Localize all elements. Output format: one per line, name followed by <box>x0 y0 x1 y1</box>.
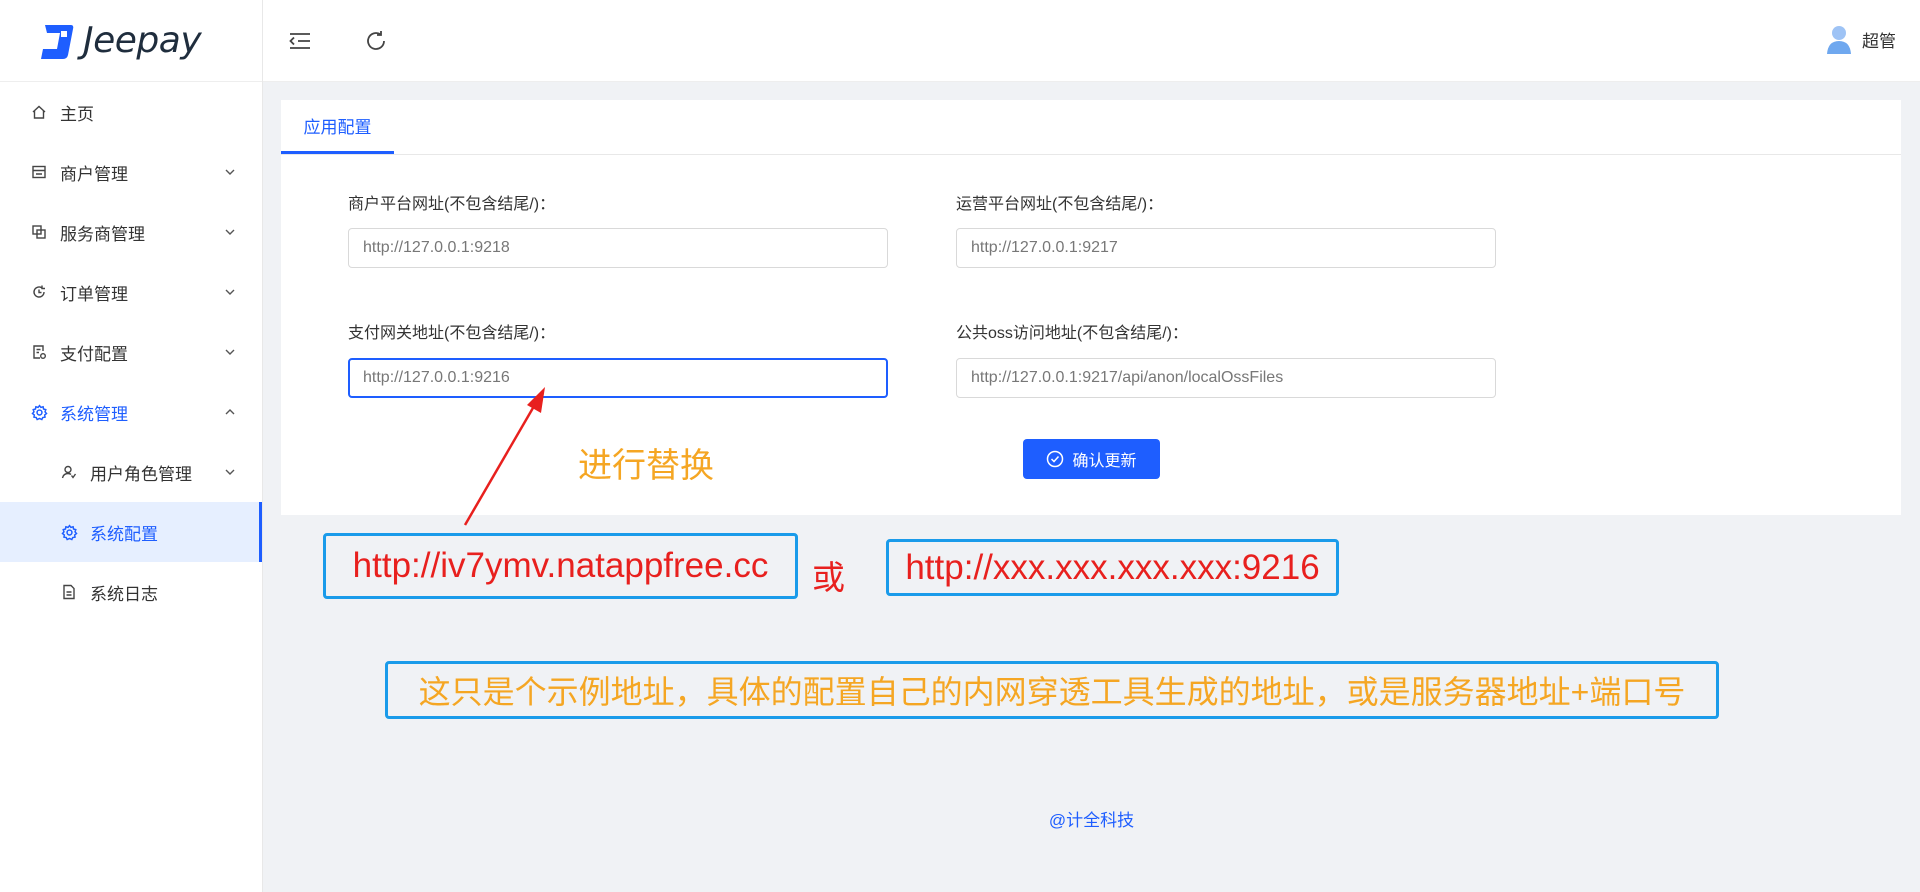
avatar <box>1827 26 1851 54</box>
sidebar-item-label: 系统管理 <box>60 404 128 424</box>
check-circle-icon <box>1047 450 1064 468</box>
example-url-box-2: http://xxx.xxx.xxx.xxx:9216 <box>886 539 1339 596</box>
merchant-url-label: 商户平台网址(不包含结尾/)： <box>348 196 556 213</box>
top-header: 超管 <box>263 0 1920 82</box>
sidebar-menu: 主页 商户管理 服务商管理 订单管理 支付配置 系统管理 用户角色管理 系统配置… <box>0 82 262 622</box>
sidebar-item-label: 系统配置 <box>90 524 158 544</box>
sidebar-item-pay-config[interactable]: 支付配置 <box>0 322 262 382</box>
sidebar-item-system-log[interactable]: 系统日志 <box>0 562 262 622</box>
chevron-down-icon <box>225 289 235 295</box>
tab-app-config[interactable]: 应用配置 <box>281 100 394 154</box>
sidebar-item-user-role[interactable]: 用户角色管理 <box>0 442 262 502</box>
jeepay-logo-icon <box>41 24 74 59</box>
sidebar: Jeepay 主页 商户管理 服务商管理 订单管理 支付配置 系统管理 用户角色… <box>0 0 263 892</box>
annotation-arrow <box>463 387 545 526</box>
menu-fold-icon[interactable] <box>287 28 313 54</box>
pay-gateway-url-label: 支付网关地址(不包含结尾/)： <box>348 325 556 342</box>
confirm-update-label: 确认更新 <box>1072 453 1137 470</box>
arrow-head-icon <box>527 387 545 413</box>
order-icon <box>30 283 48 301</box>
sidebar-item-label: 主页 <box>60 104 94 124</box>
gear-icon <box>30 403 48 421</box>
app-name: Jeepay <box>83 20 202 61</box>
mgr-url-label: 运营平台网址(不包含结尾/)： <box>956 196 1164 213</box>
log-icon <box>60 583 78 601</box>
refresh-icon[interactable] <box>363 28 389 54</box>
chevron-down-icon <box>225 469 235 475</box>
footer-copyright: @计全科技 <box>1048 811 1135 830</box>
oss-url-input[interactable] <box>956 358 1496 398</box>
example-url-box-1: http://iv7ymv.natappfree.cc <box>323 533 798 599</box>
example-url-2: http://xxx.xxx.xxx.xxx:9216 <box>905 547 1320 587</box>
store-icon <box>30 163 48 181</box>
oss-url-label: 公共oss访问地址(不包含结尾/)： <box>956 325 1189 342</box>
chevron-up-icon <box>225 409 235 415</box>
chevron-down-icon <box>225 229 235 235</box>
annotation-replace-text: 进行替换 <box>578 447 714 485</box>
user-menu[interactable]: 超管 <box>1826 24 1896 54</box>
chevron-down-icon <box>225 349 235 355</box>
sidebar-item-merchant[interactable]: 商户管理 <box>0 142 262 202</box>
merchant-url-input[interactable] <box>348 228 888 268</box>
sidebar-item-label: 用户角色管理 <box>90 464 192 484</box>
pay-config-icon <box>30 343 48 361</box>
mgr-url-input[interactable] <box>956 228 1496 268</box>
annotation-note: 这只是个示例地址，具体的配置自己的内网穿透工具生成的地址，或是服务器地址+端口号 <box>418 674 1686 710</box>
home-icon <box>30 103 48 121</box>
partner-icon <box>30 223 48 241</box>
sidebar-item-system-config[interactable]: 系统配置 <box>0 502 262 562</box>
user-role-icon <box>60 463 78 481</box>
confirm-update-button[interactable]: 确认更新 <box>1023 439 1160 479</box>
sidebar-item-label: 系统日志 <box>90 584 158 604</box>
sidebar-item-system[interactable]: 系统管理 <box>0 382 262 442</box>
annotation-or-text: 或 <box>812 559 845 596</box>
annotation-note-box: 这只是个示例地址，具体的配置自己的内网穿透工具生成的地址，或是服务器地址+端口号 <box>385 661 1719 719</box>
sidebar-item-order[interactable]: 订单管理 <box>0 262 262 322</box>
pay-gateway-url-input[interactable] <box>348 358 888 398</box>
example-url-1: http://iv7ymv.natappfree.cc <box>352 546 769 585</box>
tab-bar: 应用配置 <box>281 100 1901 155</box>
sidebar-item-label: 支付配置 <box>60 344 128 364</box>
sidebar-item-label: 商户管理 <box>60 164 128 184</box>
sidebar-item-label: 服务商管理 <box>60 224 145 244</box>
gear-icon <box>60 523 78 541</box>
sidebar-item-home[interactable]: 主页 <box>0 82 262 142</box>
sidebar-item-label: 订单管理 <box>60 284 128 304</box>
logo[interactable]: Jeepay <box>0 0 262 82</box>
user-name: 超管 <box>1862 31 1896 51</box>
chevron-down-icon <box>225 169 235 175</box>
sidebar-item-partner[interactable]: 服务商管理 <box>0 202 262 262</box>
